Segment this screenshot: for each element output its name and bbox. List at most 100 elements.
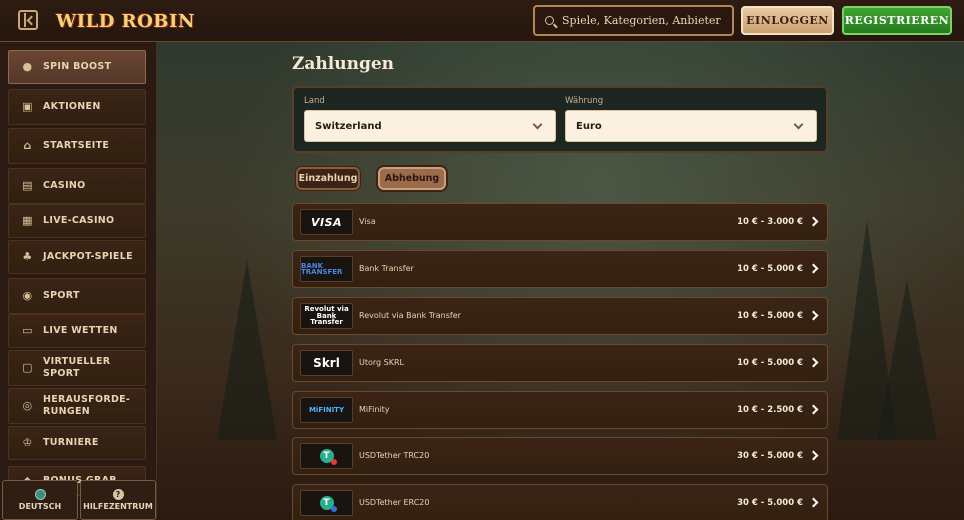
- tether-erc20-icon: T: [319, 496, 337, 512]
- search-input[interactable]: [562, 14, 732, 27]
- sidebar-item-startseite[interactable]: ⌂ STARTSEITE: [8, 128, 146, 164]
- bank-transfer-logo: BANK TRANSFER: [300, 256, 353, 282]
- sidebar-item-turniere[interactable]: ♔ TURNIERE: [8, 426, 146, 460]
- payment-filter-panel: Land Switzerland Währung Euro: [292, 86, 828, 153]
- mifinity-logo: MiFINITY: [300, 397, 353, 423]
- sidebar-item-label: HERAUSFORDE-RUNGEN: [43, 393, 131, 417]
- sidebar-item-label: SPIN BOOST: [43, 60, 112, 72]
- payment-method-row[interactable]: MiFINITY MiFinity 10 € - 2.500 €: [292, 391, 828, 429]
- ball-icon: ◉: [22, 288, 33, 302]
- live-casino-icon: ▦: [22, 213, 33, 227]
- help-icon: ?: [112, 489, 124, 500]
- logo-text: WILD ROBIN: [56, 10, 195, 32]
- sidebar-toggle-icon[interactable]: [18, 10, 38, 30]
- trophy-icon: ♔: [22, 435, 33, 449]
- payment-method-range: 10 € - 3.000 €: [737, 217, 803, 227]
- login-button[interactable]: EINLOGGEN: [741, 6, 834, 35]
- tether-trc20-icon: T: [319, 449, 337, 465]
- visa-logo: VISA: [300, 209, 353, 235]
- sidebar-item-herausforderungen[interactable]: ◎ HERAUSFORDE-RUNGEN: [8, 388, 146, 424]
- country-select[interactable]: Switzerland: [304, 110, 556, 142]
- payment-method-row[interactable]: T USDTether TRC20 30 € - 5.000 €: [292, 437, 828, 475]
- sidebar-item-jackpot-spiele[interactable]: ♣ JACKPOT-SPIELE: [8, 240, 146, 274]
- chevron-down-icon: [793, 119, 804, 130]
- sidebar-item-spin-boost[interactable]: ● SPIN BOOST: [8, 50, 146, 84]
- sidebar-item-virtueller-sport[interactable]: ▢ VIRTUELLER SPORT: [8, 350, 146, 386]
- country-label: Land: [304, 96, 325, 106]
- sidebar-item-live-casino[interactable]: ▦ LIVE-CASINO: [8, 204, 146, 238]
- payment-method-name: Utorg SKRL: [359, 358, 404, 367]
- globe-icon: [34, 489, 46, 500]
- sidebar-item-aktionen[interactable]: ▣ AKTIONEN: [8, 89, 146, 125]
- tron-badge-icon: [330, 459, 337, 465]
- background-tree: [877, 280, 937, 440]
- target-icon: ◎: [22, 398, 33, 412]
- live-icon: ▭: [22, 323, 33, 337]
- payment-method-row[interactable]: VISA Visa 10 € - 3.000 €: [292, 203, 828, 241]
- language-button[interactable]: DEUTSCH: [2, 480, 78, 520]
- payment-method-range: 10 € - 5.000 €: [737, 358, 803, 368]
- sidebar-item-label: SPORT: [43, 289, 80, 301]
- sidebar-item-casino[interactable]: ▤ CASINO: [8, 168, 146, 204]
- payment-method-name: USDTether ERC20: [359, 498, 430, 507]
- sidebar-item-label: TURNIERE: [43, 436, 99, 448]
- sidebar-item-label: CASINO: [43, 179, 86, 191]
- tab-abhebung[interactable]: Abhebung: [378, 167, 446, 190]
- sidebar-item-label: LIVE-CASINO: [43, 214, 115, 226]
- payment-method-range: 30 € - 5.000 €: [737, 451, 803, 461]
- payment-method-name: MiFinity: [359, 405, 390, 414]
- chevron-right-icon: [808, 450, 819, 461]
- ethereum-badge-icon: [330, 506, 337, 512]
- tether-logo: T: [300, 443, 353, 469]
- gift-icon: ▣: [22, 99, 33, 113]
- payment-method-name: Bank Transfer: [359, 264, 414, 273]
- payment-method-range: 30 € - 5.000 €: [737, 498, 803, 508]
- help-center-label: HILFEZENTRUM: [83, 502, 153, 511]
- logo[interactable]: WILD ROBIN: [56, 9, 195, 33]
- top-header: WILD ROBIN EINLOGGEN REGISTRIEREN: [0, 0, 964, 42]
- country-value: Switzerland: [315, 120, 382, 132]
- sidebar-item-label: LIVE WETTEN: [43, 324, 118, 336]
- sidebar-item-label: VIRTUELLER SPORT: [43, 355, 111, 379]
- home-icon: ⌂: [23, 138, 32, 152]
- help-center-button[interactable]: ? HILFEZENTRUM: [80, 480, 156, 520]
- tether-logo: T: [300, 490, 353, 516]
- currency-select[interactable]: Euro: [565, 110, 817, 142]
- spin-boost-icon: ●: [22, 59, 33, 73]
- sidebar-item-sport[interactable]: ◉ SPORT: [8, 278, 146, 314]
- payment-method-name: Revolut via Bank Transfer: [359, 311, 461, 320]
- sidebar-item-label: STARTSEITE: [43, 139, 110, 151]
- chevron-right-icon: [808, 263, 819, 274]
- chevron-right-icon: [808, 357, 819, 368]
- chevron-right-icon: [808, 404, 819, 415]
- chevron-down-icon: [532, 119, 543, 130]
- payment-method-row[interactable]: Skrl Utorg SKRL 10 € - 5.000 €: [292, 344, 828, 382]
- payment-method-row[interactable]: Revolut via Bank Transfer Revolut via Ba…: [292, 297, 828, 335]
- chevron-right-icon: [808, 497, 819, 508]
- tab-einzahlung[interactable]: Einzahlung: [296, 167, 360, 190]
- payment-method-row[interactable]: T USDTether ERC20 30 € - 5.000 €: [292, 484, 828, 520]
- search-icon: [545, 16, 554, 25]
- revolut-logo: Revolut via Bank Transfer: [300, 303, 353, 329]
- chevron-right-icon: [808, 216, 819, 227]
- casino-icon: ▤: [22, 178, 33, 192]
- payment-method-range: 10 € - 2.500 €: [737, 405, 803, 415]
- payment-method-range: 10 € - 5.000 €: [737, 311, 803, 321]
- sidebar: ● SPIN BOOST ▣ AKTIONEN ⌂ STARTSEITE ▤ C…: [0, 42, 157, 520]
- monitor-icon: ▢: [22, 360, 33, 374]
- payment-method-row[interactable]: BANK TRANSFER Bank Transfer 10 € - 5.000…: [292, 250, 828, 288]
- sidebar-item-label: AKTIONEN: [43, 100, 101, 112]
- register-button[interactable]: REGISTRIEREN: [842, 6, 952, 35]
- payment-method-range: 10 € - 5.000 €: [737, 264, 803, 274]
- sidebar-item-live-wetten[interactable]: ▭ LIVE WETTEN: [8, 314, 146, 348]
- sidebar-item-label: JACKPOT-SPIELE: [43, 250, 133, 262]
- clover-icon: ♣: [22, 249, 33, 263]
- search-box[interactable]: [533, 5, 734, 36]
- currency-value: Euro: [576, 120, 602, 132]
- currency-label: Währung: [565, 96, 604, 106]
- background-tree: [217, 260, 277, 440]
- skrl-logo: Skrl: [300, 350, 353, 376]
- language-label: DEUTSCH: [18, 502, 62, 511]
- page-title: Zahlungen: [292, 54, 395, 74]
- payment-method-name: Visa: [359, 217, 376, 226]
